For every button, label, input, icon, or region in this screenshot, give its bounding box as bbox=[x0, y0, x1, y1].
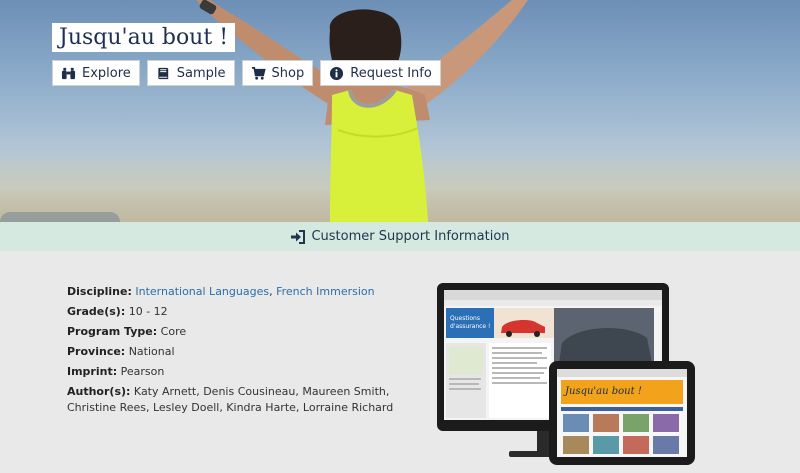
hero-banner: Jusqu'au bout ! Explore Sample Shop Requ… bbox=[0, 0, 800, 222]
program-type-value: Core bbox=[160, 325, 187, 338]
discipline-label: Discipline: bbox=[67, 285, 132, 298]
grades-row: Grade(s): 10 - 12 bbox=[67, 304, 397, 320]
imprint-label: Imprint: bbox=[67, 365, 118, 378]
imprint-value: Pearson bbox=[120, 365, 165, 378]
province-value: National bbox=[128, 345, 175, 358]
province-row: Province: National bbox=[67, 344, 397, 360]
book-icon bbox=[158, 67, 168, 79]
monitor-banner-line1: Questions bbox=[450, 315, 480, 322]
info-circle-icon bbox=[330, 66, 344, 80]
sample-button-label: Sample bbox=[176, 65, 226, 81]
explore-button-label: Explore bbox=[82, 65, 131, 81]
hero-action-buttons: Explore Sample Shop Request Info bbox=[52, 60, 441, 86]
sign-in-icon bbox=[291, 229, 306, 244]
monitor-banner-line2: d'assurance ! bbox=[450, 323, 490, 330]
tablet-banner-text: Jusqu'au bout ! bbox=[563, 386, 642, 397]
program-details: Discipline: International Languages, Fre… bbox=[67, 284, 397, 420]
program-type-row: Program Type: Core bbox=[67, 324, 397, 340]
authors-row: Author(s): Katy Arnett, Denis Cousineau,… bbox=[67, 384, 397, 416]
grades-label: Grade(s): bbox=[67, 305, 126, 318]
sample-button[interactable]: Sample bbox=[146, 60, 235, 86]
discipline-link-french-immersion[interactable]: French Immersion bbox=[276, 285, 375, 298]
explore-button[interactable]: Explore bbox=[52, 60, 140, 86]
imprint-row: Imprint: Pearson bbox=[67, 364, 397, 380]
request-info-button-label: Request Info bbox=[350, 65, 432, 81]
product-devices-image: Questions d'assurance ! Jusqu'au bout ! bbox=[437, 283, 695, 465]
shop-button[interactable]: Shop bbox=[241, 60, 314, 86]
discipline-link-international-languages[interactable]: International Languages bbox=[135, 285, 269, 298]
cart-icon bbox=[251, 66, 266, 80]
page-title: Jusqu'au bout ! bbox=[52, 23, 236, 52]
customer-support-label: Customer Support Information bbox=[311, 229, 510, 244]
province-label: Province: bbox=[67, 345, 126, 358]
shop-button-label: Shop bbox=[271, 65, 305, 81]
authors-label: Author(s): bbox=[67, 385, 131, 398]
request-info-button[interactable]: Request Info bbox=[320, 60, 441, 86]
binoculars-icon bbox=[61, 67, 76, 79]
discipline-row: Discipline: International Languages, Fre… bbox=[67, 284, 397, 300]
customer-support-link[interactable]: Customer Support Information bbox=[0, 222, 800, 251]
program-type-label: Program Type: bbox=[67, 325, 158, 338]
grades-value: 10 - 12 bbox=[128, 305, 168, 318]
